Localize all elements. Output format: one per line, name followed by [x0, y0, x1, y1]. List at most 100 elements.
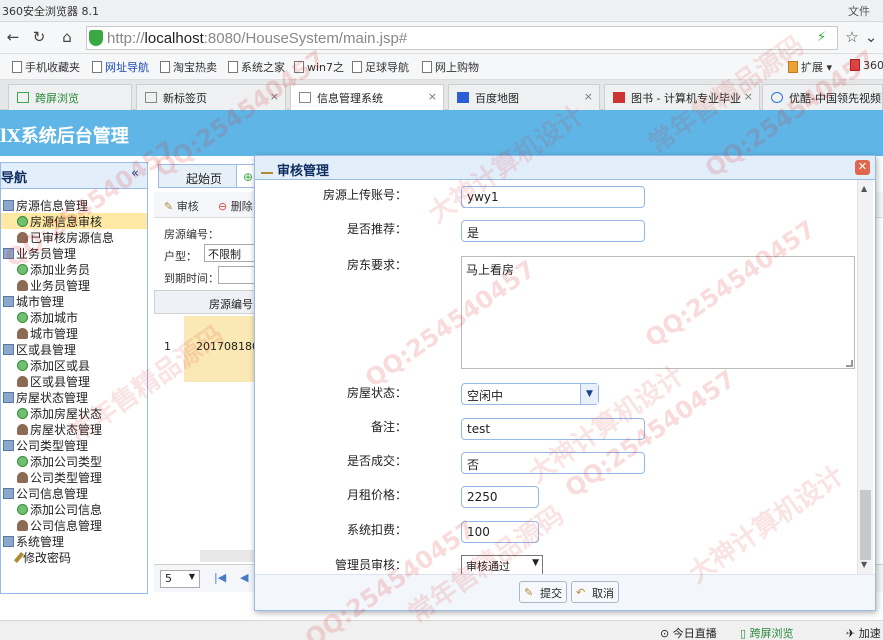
tree-group[interactable]: 城市管理 [1, 293, 147, 309]
live-today-button[interactable]: ⊙ 今日直播 [660, 625, 717, 640]
scroll-down-icon[interactable]: ▼ [861, 560, 867, 569]
page-icon [352, 61, 362, 73]
filter-type-select[interactable]: 不限制 [204, 244, 256, 262]
bookmark-item[interactable]: 网址导航 [92, 59, 149, 75]
tree-item[interactable]: 添加业务员 [1, 261, 147, 277]
star-icon[interactable]: ☆ [843, 28, 861, 46]
tree-group[interactable]: 区或县管理 [1, 341, 147, 357]
tree-item[interactable]: 城市管理 [1, 325, 147, 341]
tree-label: 房源信息管理 [16, 199, 89, 213]
collapse-icon[interactable]: « [131, 166, 139, 181]
rent-field[interactable]: 2250 [461, 486, 539, 508]
tab-new-tab[interactable]: 新标签页 × [136, 84, 286, 110]
admin-audit-select[interactable]: 审核通过 ▼ [461, 555, 543, 574]
tree-item[interactable]: 添加房屋状态 [1, 405, 147, 421]
url-bar[interactable]: http://localhost:8080/HouseSystem/main.j… [86, 26, 838, 50]
tab-info-system[interactable]: 信息管理系统 × [290, 84, 444, 111]
landlord-requirement-textarea[interactable]: 马上看房 [461, 256, 855, 369]
table-row[interactable]: 201708180 [184, 316, 264, 382]
tree-item[interactable]: 区或县管理 [1, 373, 147, 389]
submit-button[interactable]: ✎ 提交 [519, 581, 567, 603]
grid-column-header[interactable]: 房源编号 [154, 290, 264, 314]
folder-icon [3, 536, 14, 547]
extension-360-button[interactable]: 360 [850, 59, 883, 72]
close-tab-icon[interactable]: × [428, 90, 437, 103]
tree-item[interactable]: 公司类型管理 [1, 469, 147, 485]
tree-group[interactable]: 业务员管理 [1, 245, 147, 261]
remark-label: 备注： [370, 420, 407, 434]
page-icon [12, 61, 22, 73]
bookmark-item[interactable]: 网上购物 [422, 59, 479, 75]
url-text[interactable]: http://localhost:8080/HouseSystem/main.j… [107, 30, 407, 47]
audit-button[interactable]: ✎ 审核 [164, 198, 199, 214]
tree-item[interactable]: 添加区或县 [1, 357, 147, 373]
tree-item[interactable]: 业务员管理 [1, 277, 147, 293]
user-icon [17, 280, 28, 291]
chevron-down-icon[interactable]: ⌄ [862, 28, 880, 46]
tree-label: 房源信息审核 [30, 215, 103, 229]
tree-item[interactable]: 公司信息管理 [1, 517, 147, 533]
tree-item[interactable]: 房屋状态管理 [1, 421, 147, 437]
close-tab-icon[interactable]: × [584, 90, 593, 103]
accelerate-button[interactable]: ✈ 加速 [846, 625, 881, 640]
house-status-combo[interactable]: 空闲中 ▼ [461, 383, 599, 405]
scrollbar-thumb[interactable] [860, 490, 871, 560]
close-tab-icon[interactable]: × [744, 90, 753, 103]
page-icon [299, 92, 311, 103]
speedup-icon[interactable]: ⚡ [817, 30, 826, 45]
dialog-footer: ✎ 提交 ↶ 取消 [255, 574, 875, 610]
bookmark-item[interactable]: 足球导航 [352, 59, 409, 75]
tree-group[interactable]: 公司信息管理 [1, 485, 147, 501]
close-tab-icon[interactable]: × [270, 90, 279, 103]
tab-baidu-map[interactable]: 百度地图 × [448, 84, 600, 110]
tree-item[interactable]: 添加公司类型 [1, 453, 147, 469]
recommend-field[interactable]: 是 [461, 220, 645, 242]
close-icon[interactable]: ✕ [855, 160, 870, 175]
dialog-scrollbar[interactable]: ▲ ▼ [857, 180, 873, 574]
scroll-up-icon[interactable]: ▲ [861, 184, 867, 193]
chevron-down-icon[interactable]: ▼ [580, 384, 598, 404]
reload-icon[interactable]: ↻ [30, 28, 48, 46]
home-icon[interactable]: ⌂ [58, 28, 76, 46]
bookmark-item[interactable]: win7之 [294, 59, 344, 75]
tab-youku[interactable]: 优酷-中国领先视频网 [762, 84, 883, 110]
prev-page-icon[interactable]: ◀ [240, 571, 248, 584]
folder-icon [3, 200, 14, 211]
cross-screen-status-button[interactable]: ▯ 跨屏浏览 [740, 625, 794, 640]
back-arrow-icon[interactable]: ← [4, 28, 22, 46]
filter-expire-input[interactable] [218, 266, 258, 284]
tab-cross-screen[interactable]: 跨屏浏览 [8, 84, 132, 110]
bookmark-item[interactable]: 系统之家 [228, 59, 285, 75]
tab-books[interactable]: 图书 - 计算机专业毕业 × [604, 84, 760, 110]
resize-grip-icon[interactable] [846, 360, 853, 367]
remark-field[interactable]: test [461, 418, 645, 440]
tree-item[interactable]: 已审核房源信息 [1, 229, 147, 245]
system-fee-field[interactable]: 100 [461, 521, 539, 543]
tree-item[interactable]: 添加城市 [1, 309, 147, 325]
first-page-icon[interactable]: |◀ [214, 571, 226, 584]
tree-item[interactable]: 修改密码 [1, 549, 147, 565]
cancel-button[interactable]: ↶ 取消 [571, 581, 619, 603]
bookmark-item[interactable]: 手机收藏夹 [12, 59, 80, 75]
tree-item[interactable]: 房源信息审核 [1, 213, 147, 229]
tree-label: 公司信息管理 [30, 519, 103, 533]
tree-group[interactable]: 房屋状态管理 [1, 389, 147, 405]
uploader-label: 房源上传账号： [322, 188, 407, 202]
user-icon [17, 328, 28, 339]
uploader-field[interactable]: ywy1 [461, 186, 645, 208]
bookmark-item[interactable]: 淘宝热卖 [160, 59, 217, 75]
deal-field[interactable]: 否 [461, 452, 645, 474]
tree-label: 添加公司类型 [30, 455, 103, 469]
tree-group[interactable]: 房源信息管理 [1, 197, 147, 213]
page-size-select[interactable]: 5 ▼ [160, 570, 200, 588]
delete-button[interactable]: ⊖ 删除 [218, 198, 253, 214]
add-icon [17, 216, 28, 227]
chevron-down-icon[interactable]: ▼ [532, 558, 539, 568]
extensions-button[interactable]: 扩展 ▾ [788, 59, 832, 75]
horizontal-scrollbar[interactable] [200, 550, 254, 562]
tree-group[interactable]: 系统管理 [1, 533, 147, 549]
window-menu-file[interactable]: 文件 [848, 3, 870, 19]
tree-item[interactable]: 添加公司信息 [1, 501, 147, 517]
tree-group[interactable]: 公司类型管理 [1, 437, 147, 453]
folder-icon [3, 440, 14, 451]
